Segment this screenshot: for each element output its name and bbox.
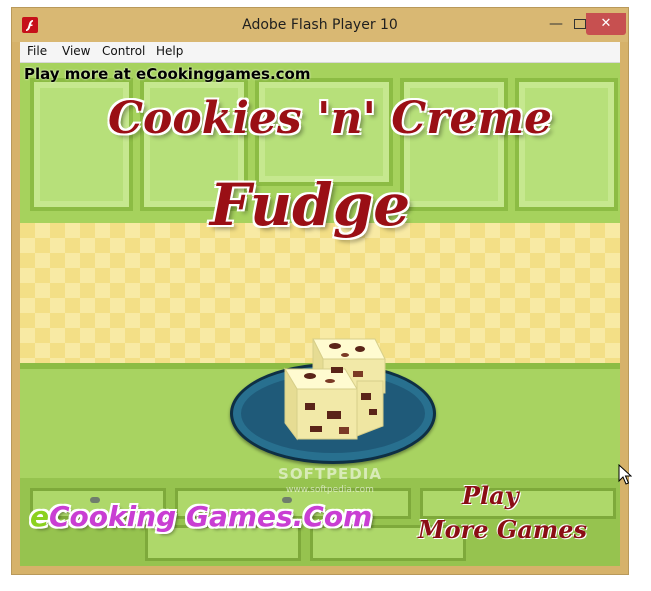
menu-help[interactable]: Help xyxy=(156,44,183,58)
title-bar[interactable]: Adobe Flash Player 10 — ✕ xyxy=(12,8,628,42)
window-title: Adobe Flash Player 10 xyxy=(242,17,398,33)
game-title-line2: Fudge xyxy=(209,171,411,239)
fudge-image xyxy=(284,338,386,441)
flash-player-window: Adobe Flash Player 10 — ✕ File View Cont… xyxy=(12,8,628,574)
play-link[interactable]: Play xyxy=(462,481,519,510)
menu-file[interactable]: File xyxy=(27,44,47,58)
brand-rest: Cooking Games.Com xyxy=(49,500,373,533)
menu-view[interactable]: View xyxy=(62,44,90,58)
menu-bar: File View Control Help xyxy=(20,42,620,63)
close-button[interactable]: ✕ xyxy=(586,13,626,35)
more-games-link[interactable]: More Games xyxy=(418,515,587,544)
softpedia-url: www.softpedia.com xyxy=(286,485,374,495)
close-icon: ✕ xyxy=(600,16,612,31)
mouse-pointer-icon xyxy=(618,464,632,485)
game-title-line1: Cookies 'n' Creme xyxy=(108,93,552,144)
ecooking-games-logo[interactable]: eCooking Games.Com xyxy=(30,500,372,533)
softpedia-watermark: SOFTPEDIA xyxy=(278,465,382,483)
minimize-icon: — xyxy=(549,16,563,32)
flash-game-stage[interactable]: Play more at eCookinggames.com Cookies '… xyxy=(20,63,620,566)
promo-link[interactable]: Play more at eCookinggames.com xyxy=(24,65,310,83)
menu-control[interactable]: Control xyxy=(102,44,145,58)
brand-e: e xyxy=(30,500,49,533)
maximize-icon xyxy=(574,19,586,29)
